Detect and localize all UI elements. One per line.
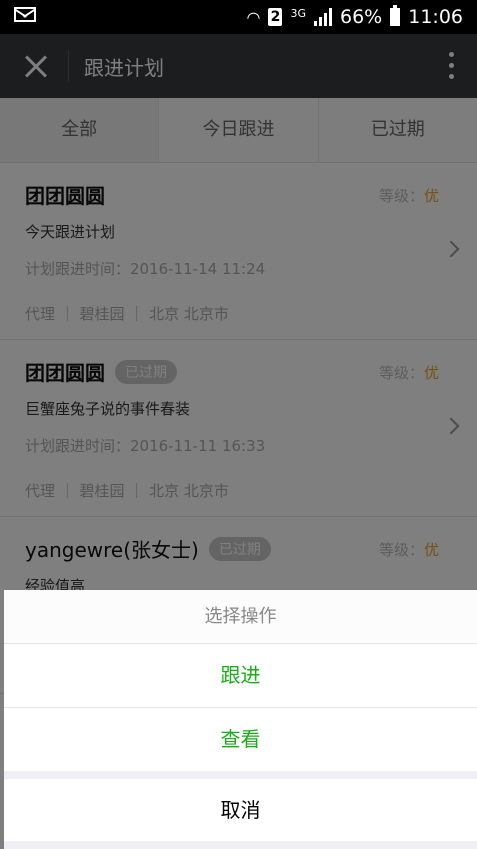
clock: 11:06 xyxy=(408,6,463,28)
battery-icon xyxy=(390,5,401,26)
status-indicators: ◠ 2 3G 66% 11:06 xyxy=(246,5,463,28)
sim-icon: 2 xyxy=(268,8,283,26)
cancel-button[interactable]: 取消 xyxy=(4,779,477,841)
battery-percent: 66% xyxy=(340,6,383,28)
action-sheet-title: 选择操作 xyxy=(4,590,477,644)
signal-icon xyxy=(314,8,332,26)
status-bar: ◠ 2 3G 66% 11:06 xyxy=(0,0,477,34)
mail-icon xyxy=(14,7,36,22)
view-button[interactable]: 查看 xyxy=(4,708,477,771)
network-type: 3G xyxy=(290,6,306,20)
action-sheet: 选择操作 跟进 查看 取消 xyxy=(4,590,477,849)
wifi-icon: ◠ xyxy=(246,7,261,27)
follow-button[interactable]: 跟进 xyxy=(4,644,477,708)
